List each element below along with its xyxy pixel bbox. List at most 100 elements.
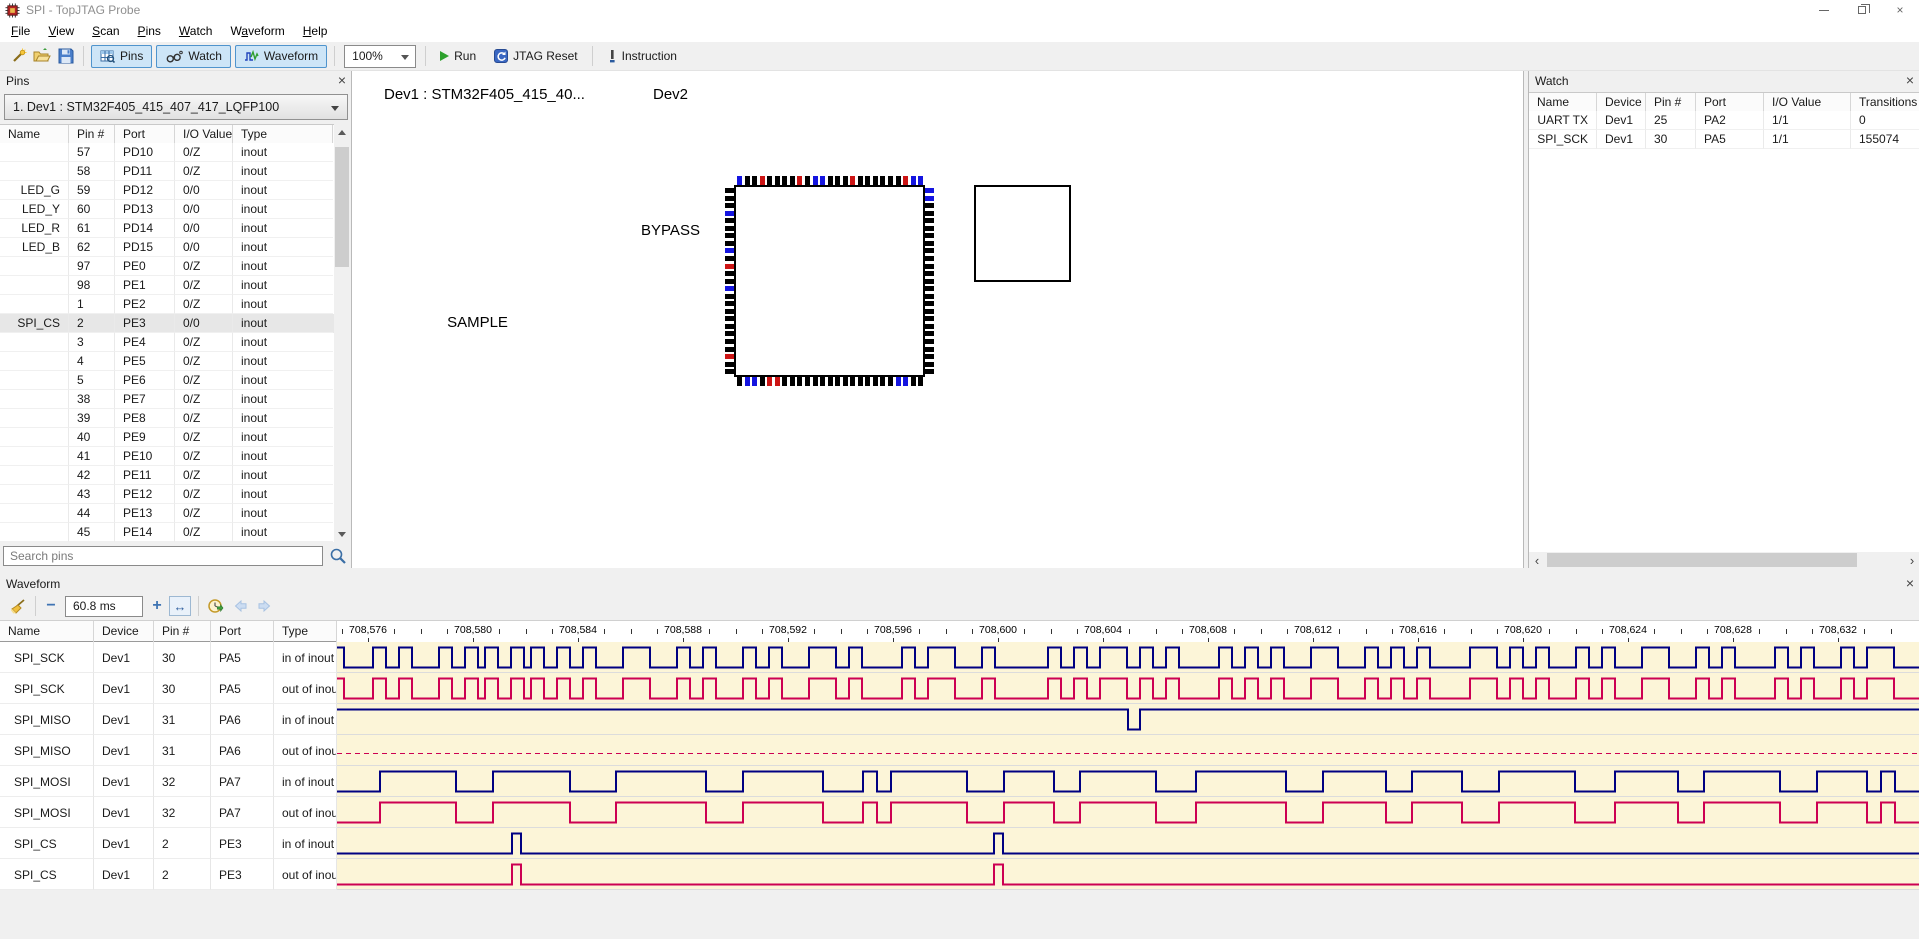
chip-pin[interactable] [725, 339, 734, 344]
time-scale-input[interactable]: 60.8 ms [65, 596, 143, 617]
chip-pin[interactable] [880, 377, 885, 386]
waveform-signal-row[interactable]: SPI_MOSIDev132PA7in of inout [0, 766, 1919, 797]
chip-pin[interactable] [880, 176, 885, 185]
chip-pin[interactable] [820, 176, 825, 185]
wand-icon[interactable] [7, 45, 29, 67]
chip-pin[interactable] [820, 377, 825, 386]
waveform-signal-row[interactable]: SPI_CSDev12PE3out of inout [0, 859, 1919, 890]
next-arrow-icon[interactable] [253, 595, 275, 617]
chip-pin[interactable] [725, 301, 734, 306]
menu-view[interactable]: View [39, 20, 83, 42]
chip-pin[interactable] [925, 339, 934, 344]
chip-pin[interactable] [843, 377, 848, 386]
chip-pin[interactable] [925, 294, 934, 299]
chip-pin[interactable] [873, 176, 878, 185]
chip-pin[interactable] [725, 196, 734, 201]
chip-pin[interactable] [925, 256, 934, 261]
chip-pin[interactable] [925, 264, 934, 269]
minimize-button[interactable] [1805, 0, 1843, 20]
pins-table-row[interactable]: 43PE120/Zinout [0, 485, 334, 504]
chip-pin[interactable] [752, 176, 757, 185]
pins-table-row[interactable]: LED_Y60PD130/0inout [0, 200, 334, 219]
watch-close-icon[interactable]: × [1906, 72, 1914, 88]
menu-waveform[interactable]: Waveform [221, 20, 293, 42]
zoom-select[interactable]: 100% [344, 45, 416, 68]
chip-pin[interactable] [737, 377, 742, 386]
chip-pin[interactable] [797, 176, 802, 185]
chip-pin[interactable] [725, 264, 734, 269]
pins-table-row[interactable]: 42PE110/Zinout [0, 466, 334, 485]
chip-pin[interactable] [760, 377, 765, 386]
chip-pin[interactable] [725, 279, 734, 284]
waveform-trace[interactable] [337, 828, 1919, 859]
waveform-signal-row[interactable]: SPI_CSDev12PE3in of inout [0, 828, 1919, 859]
chip-pin[interactable] [925, 203, 934, 208]
chip-pin[interactable] [888, 377, 893, 386]
chip-pin[interactable] [925, 188, 934, 193]
pins-table-row[interactable]: SPI_CS2PE30/0inout [0, 314, 334, 333]
pins-col-header[interactable]: Type [233, 125, 333, 144]
scrollbar-thumb[interactable] [1547, 553, 1857, 567]
menu-file[interactable]: File [2, 20, 39, 42]
pins-toggle-button[interactable]: Pins [91, 45, 152, 68]
dev1-chip[interactable] [734, 185, 925, 377]
scroll-left-icon[interactable]: ‹ [1529, 552, 1545, 568]
watch-col-header[interactable]: Name [1529, 93, 1597, 112]
chip-pin[interactable] [745, 176, 750, 185]
watch-col-header[interactable]: Pin # [1646, 93, 1696, 112]
chip-pin[interactable] [725, 331, 734, 336]
chip-pin[interactable] [725, 294, 734, 299]
chip-pin[interactable] [782, 176, 787, 185]
scroll-down-icon[interactable] [334, 526, 350, 542]
chip-pin[interactable] [925, 362, 934, 367]
chip-pin[interactable] [737, 176, 742, 185]
waveform-signal-row[interactable]: SPI_MISODev131PA6in of inout [0, 704, 1919, 735]
menu-scan[interactable]: Scan [83, 20, 128, 42]
chip-pin[interactable] [873, 377, 878, 386]
device-selector[interactable]: 1. Dev1 : STM32F405_415_407_417_LQFP100 [4, 94, 348, 120]
watch-table-row[interactable]: UART TXDev125PA21/10 [1529, 111, 1919, 130]
waveform-signal-row[interactable]: SPI_MISODev131PA6out of inout [0, 735, 1919, 766]
menu-watch[interactable]: Watch [170, 20, 222, 42]
chip-pin[interactable] [805, 176, 810, 185]
run-button[interactable]: Run [433, 45, 483, 68]
chip-pin[interactable] [725, 248, 734, 253]
chip-pin[interactable] [925, 241, 934, 246]
chip-pin[interactable] [775, 176, 780, 185]
chip-pin[interactable] [790, 176, 795, 185]
watch-col-header[interactable]: Port [1696, 93, 1764, 112]
pins-col-header[interactable]: Pin # [69, 125, 115, 144]
chip-pin[interactable] [725, 226, 734, 231]
chip-pin[interactable] [828, 176, 833, 185]
chip-pin[interactable] [725, 347, 734, 352]
chip-pin[interactable] [725, 286, 734, 291]
chip-pin[interactable] [925, 233, 934, 238]
chip-pin[interactable] [752, 377, 757, 386]
pins-col-header[interactable]: Port [115, 125, 175, 144]
zoom-in-button[interactable]: + [147, 596, 167, 616]
broom-icon[interactable] [7, 595, 29, 617]
chip-pin[interactable] [925, 309, 934, 314]
chip-pin[interactable] [775, 377, 780, 386]
chip-pin[interactable] [725, 203, 734, 208]
chip-pin[interactable] [925, 324, 934, 329]
chip-pin[interactable] [865, 176, 870, 185]
chip-pin[interactable] [896, 176, 901, 185]
chip-pin[interactable] [725, 316, 734, 321]
pins-table-row[interactable]: 4PE50/Zinout [0, 352, 334, 371]
pins-table-row[interactable]: 98PE10/Zinout [0, 276, 334, 295]
chip-pin[interactable] [925, 226, 934, 231]
chip-pin[interactable] [858, 176, 863, 185]
search-input[interactable] [3, 546, 323, 566]
zoom-fit-button[interactable]: ↔ [169, 596, 191, 616]
chip-pin[interactable] [835, 377, 840, 386]
pins-col-header[interactable]: I/O Value [175, 125, 233, 144]
prev-arrow-icon[interactable] [229, 595, 251, 617]
watch-table-row[interactable]: SPI_SCKDev130PA51/1155074 [1529, 130, 1919, 149]
pins-table-row[interactable]: 39PE80/Zinout [0, 409, 334, 428]
jtag-reset-button[interactable]: JTAG Reset [487, 45, 584, 68]
waveform-trace[interactable] [337, 704, 1919, 735]
pins-table-row[interactable]: 45PE140/Zinout [0, 523, 334, 542]
waveform-trace[interactable] [337, 735, 1919, 766]
waveform-trace[interactable] [337, 859, 1919, 890]
